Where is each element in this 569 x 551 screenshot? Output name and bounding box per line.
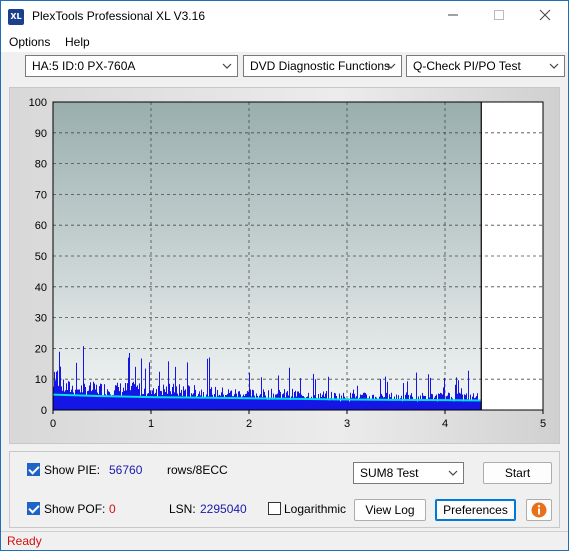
chevron-down-icon — [549, 63, 559, 69]
show-pof-checkbox[interactable] — [27, 502, 40, 515]
x-tick-label: 0 — [50, 418, 56, 430]
pie-unit: rows/8ECC — [167, 463, 228, 477]
y-tick-label: 100 — [29, 97, 47, 109]
x-tick-label: 4 — [442, 418, 448, 430]
x-tick-label: 2 — [246, 418, 252, 430]
status-bar: Ready — [1, 531, 568, 550]
status-text: Ready — [7, 534, 42, 548]
drive-select[interactable]: HA:5 ID:0 PX-760A — [25, 55, 238, 77]
chevron-down-icon — [222, 63, 232, 69]
logarithmic-label: Logarithmic — [284, 502, 347, 516]
function-select[interactable]: DVD Diagnostic Functions — [243, 55, 402, 77]
x-tick-label: 1 — [148, 418, 154, 430]
chevron-down-icon — [386, 63, 396, 69]
toolbar: HA:5 ID:0 PX-760A DVD Diagnostic Functio… — [1, 52, 568, 82]
show-pof-label: Show POF: — [44, 502, 106, 516]
minimize-button[interactable] — [430, 1, 476, 32]
lsn-value: 2295040 — [200, 502, 247, 516]
pie-value: 56760 — [109, 463, 143, 477]
maximize-icon — [494, 10, 504, 20]
y-tick-label: 90 — [35, 128, 47, 140]
function-select-value: DVD Diagnostic Functions — [250, 59, 391, 73]
window-title: PlexTools Professional XL V3.16 — [32, 9, 205, 23]
sum-test-select[interactable]: SUM8 Test — [353, 462, 464, 484]
controls-panel: Show PIE: 56760 rows/8ECC SUM8 Test Star… — [9, 451, 560, 528]
menu-options[interactable]: Options — [9, 35, 50, 49]
lsn-label: LSN: — [169, 502, 196, 516]
close-icon — [539, 9, 551, 21]
menu-bar: Options Help — [1, 32, 568, 52]
test-select-value: Q-Check PI/PO Test — [413, 59, 521, 73]
test-select[interactable]: Q-Check PI/PO Test — [406, 55, 565, 77]
x-tick-label: 3 — [344, 418, 350, 430]
drive-select-value: HA:5 ID:0 PX-760A — [32, 59, 136, 73]
view-log-button[interactable]: View Log — [354, 499, 426, 521]
y-tick-label: 70 — [35, 189, 47, 201]
app-logo-icon: XL — [8, 9, 24, 25]
pof-value: 0 — [109, 502, 116, 516]
chart-panel: 0 10 20 30 40 50 60 70 80 90 100 0 1 2 3 4 5 — [9, 87, 560, 444]
y-tick-label: 0 — [41, 405, 47, 417]
chevron-down-icon — [448, 470, 458, 476]
y-tick-label: 60 — [35, 220, 47, 232]
y-tick-label: 40 — [35, 282, 47, 294]
show-pie-checkbox[interactable] — [27, 463, 40, 476]
minimize-icon — [448, 14, 458, 16]
x-tick-label: 5 — [540, 418, 546, 430]
y-tick-label: 10 — [35, 374, 47, 386]
pi-po-chart: 0 10 20 30 40 50 60 70 80 90 100 0 1 2 3 4 5 — [29, 97, 546, 430]
title-bar[interactable]: XL PlexTools Professional XL V3.16 — [1, 1, 568, 32]
show-pie-label: Show PIE: — [44, 463, 101, 477]
sum-test-select-value: SUM8 Test — [360, 466, 419, 480]
y-tick-label: 80 — [35, 159, 47, 171]
y-tick-label: 30 — [35, 313, 47, 325]
y-tick-label: 20 — [35, 343, 47, 355]
logarithmic-checkbox[interactable] — [268, 502, 281, 515]
start-button[interactable]: Start — [483, 462, 552, 484]
close-button[interactable] — [522, 1, 568, 32]
maximize-button[interactable] — [476, 1, 522, 32]
y-tick-label: 50 — [35, 251, 47, 263]
info-icon — [531, 502, 547, 518]
menu-help[interactable]: Help — [65, 35, 90, 49]
app-window: XL PlexTools Professional XL V3.16 Optio… — [0, 0, 569, 551]
info-button[interactable] — [526, 499, 552, 521]
preferences-button[interactable]: Preferences — [435, 499, 516, 521]
